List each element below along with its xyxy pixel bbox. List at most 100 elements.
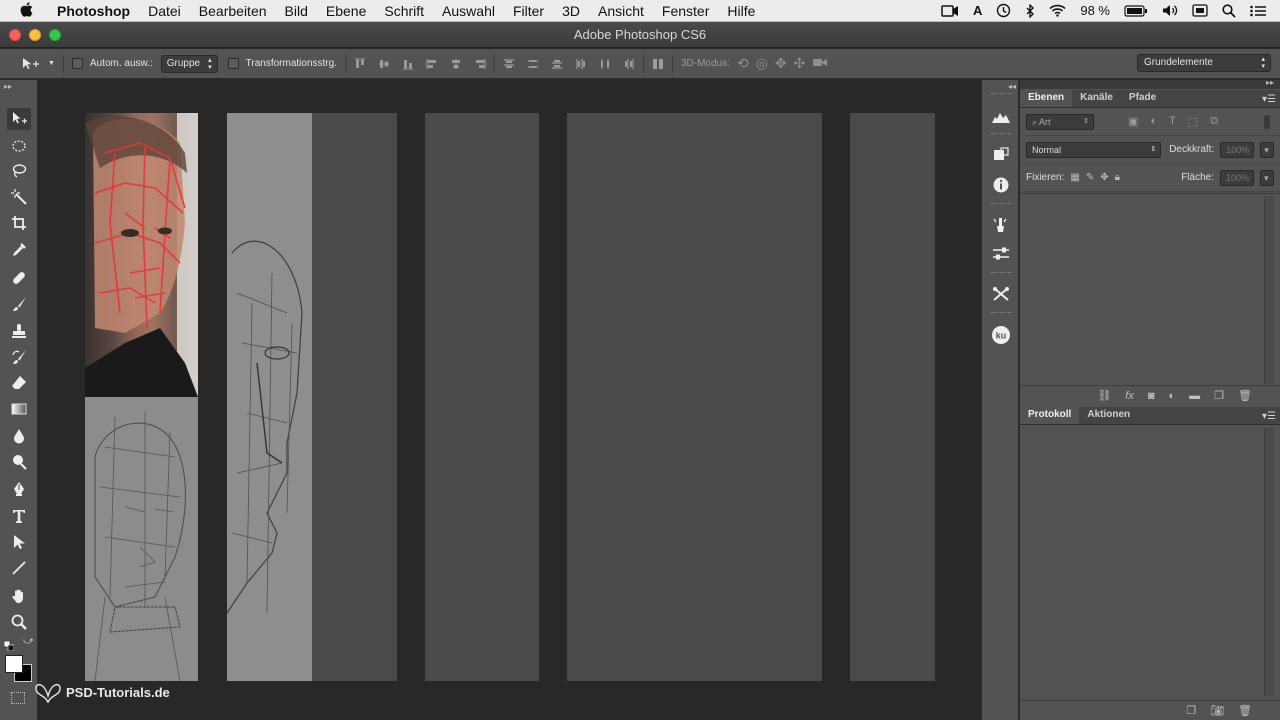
3d-roll-icon[interactable]: ◎ [756, 55, 768, 72]
filter-toggle-switch[interactable] [1264, 114, 1270, 129]
menu-ebene[interactable]: Ebene [317, 0, 375, 22]
tool-presets-icon[interactable] [989, 282, 1013, 306]
filter-pixel-icon[interactable]: ▣ [1128, 115, 1138, 128]
panel-collapse-icon[interactable]: ▸▸ [4, 82, 12, 91]
auto-select-dropdown[interactable]: Gruppe ▴ ▾ [160, 54, 218, 73]
tab-ebenen[interactable]: Ebenen [1020, 89, 1073, 107]
menu-datei[interactable]: Datei [139, 0, 190, 22]
apple-icon[interactable] [16, 1, 36, 20]
opacity-dropdown-button[interactable]: ▾ [1260, 141, 1274, 158]
new-group-folder-icon[interactable]: ▬ [1189, 390, 1200, 402]
distribute-left-icon[interactable] [575, 58, 587, 70]
info-icon[interactable] [989, 173, 1013, 197]
3d-scale-icon[interactable] [812, 56, 828, 71]
history-scrollbar[interactable] [1264, 428, 1274, 696]
new-document-from-state-icon[interactable]: ❐ [1186, 704, 1196, 717]
text-input-icon[interactable]: A [973, 3, 982, 18]
filter-type-icon[interactable]: T [1169, 115, 1176, 128]
eyedropper-tool[interactable] [7, 239, 31, 261]
notification-center-icon[interactable] [1250, 5, 1266, 17]
hand-tool[interactable] [7, 585, 31, 607]
move-tool[interactable] [7, 108, 31, 130]
lock-transparency-icon[interactable]: ▦ [1070, 172, 1079, 183]
time-machine-icon[interactable] [996, 3, 1011, 18]
menu-app-photoshop[interactable]: Photoshop [48, 0, 139, 22]
panels-collapse-icon[interactable]: ▸▸ [1020, 78, 1280, 89]
crop-tool[interactable] [7, 212, 31, 234]
tool-preset-picker[interactable]: ▼ [20, 56, 55, 72]
menu-ansicht[interactable]: Ansicht [589, 0, 653, 22]
align-top-icon[interactable] [354, 57, 366, 70]
new-layer-icon[interactable]: ❐ [1214, 389, 1224, 402]
gradient-tool[interactable] [7, 398, 31, 420]
volume-icon[interactable] [1162, 4, 1178, 17]
menu-bearbeiten[interactable]: Bearbeiten [190, 0, 276, 22]
layers-list[interactable] [1020, 193, 1280, 385]
filter-shape-icon[interactable]: ⬚ [1188, 115, 1198, 128]
layers-scrollbar[interactable] [1264, 196, 1274, 384]
history-list[interactable] [1020, 426, 1280, 700]
menu-3d[interactable]: 3D [553, 0, 589, 22]
dock-collapse-icon[interactable]: ◂◂ [1008, 82, 1016, 91]
tab-protokoll[interactable]: Protokoll [1020, 406, 1080, 424]
menu-filter[interactable]: Filter [504, 0, 553, 22]
new-snapshot-camera-icon[interactable]: 📷︎ [1210, 704, 1224, 717]
document-canvas[interactable] [39, 80, 980, 720]
marquee-tool[interactable] [7, 135, 31, 157]
fill-dropdown-button[interactable]: ▾ [1260, 169, 1274, 186]
eraser-tool[interactable] [7, 372, 31, 394]
blend-mode-dropdown[interactable]: Normal ⇕ [1026, 141, 1162, 158]
panel-menu-icon[interactable]: ▾☰ [1262, 411, 1276, 422]
clone-stamp-tool[interactable] [7, 320, 31, 342]
quick-mask-icon[interactable] [11, 692, 25, 704]
panel-menu-icon[interactable]: ▾☰ [1262, 94, 1276, 105]
swap-colors-icon[interactable]: ⤻ [23, 636, 34, 647]
default-colors-icon[interactable] [3, 638, 15, 652]
navigator-icon[interactable] [989, 143, 1013, 167]
lock-position-icon[interactable]: ✥ [1100, 172, 1108, 183]
kuler-icon[interactable]: ku [989, 323, 1013, 347]
filter-smartobject-icon[interactable]: ⧉ [1210, 115, 1218, 128]
lock-image-icon[interactable]: ✎ [1086, 172, 1094, 183]
filter-adjustment-icon[interactable]: ◐ [1150, 115, 1157, 128]
battery-icon[interactable] [1124, 4, 1148, 17]
menu-schrift[interactable]: Schrift [375, 0, 433, 22]
delete-layer-trash-icon[interactable]: 🗑︎ [1238, 389, 1252, 402]
tab-pfade[interactable]: Pfade [1121, 89, 1164, 107]
menu-auswahl[interactable]: Auswahl [433, 0, 504, 22]
adjustments-sliders-icon[interactable] [989, 242, 1013, 266]
align-bottom-icon[interactable] [402, 58, 414, 70]
foreground-color-swatch[interactable] [5, 655, 23, 673]
type-tool[interactable] [7, 505, 31, 527]
lasso-tool[interactable] [7, 160, 31, 182]
dodge-tool[interactable] [7, 451, 31, 473]
fill-input[interactable]: 100% [1220, 169, 1254, 186]
transform-controls-checkbox[interactable] [227, 58, 239, 69]
menu-hilfe[interactable]: Hilfe [718, 0, 764, 22]
history-brush-tool[interactable] [7, 346, 31, 368]
zoom-tool[interactable] [7, 611, 31, 633]
distribute-bottom-icon[interactable] [551, 58, 563, 70]
distribute-right-icon[interactable] [623, 58, 635, 70]
path-selection-tool[interactable] [7, 531, 31, 553]
distribute-hcenter-icon[interactable] [599, 58, 611, 70]
menu-fenster[interactable]: Fenster [653, 0, 718, 22]
menu-bild[interactable]: Bild [276, 0, 317, 22]
auto-align-layers-icon[interactable] [652, 58, 664, 70]
bluetooth-icon[interactable] [1025, 3, 1035, 18]
line-tool[interactable] [7, 557, 31, 579]
workspace-dropdown[interactable]: Grundelemente ▴ ▾ [1137, 54, 1271, 72]
tab-aktionen[interactable]: Aktionen [1079, 406, 1138, 424]
delete-state-trash-icon[interactable]: 🗑︎ [1238, 704, 1252, 717]
opacity-input[interactable]: 100% [1220, 141, 1255, 158]
brush-tool[interactable] [7, 293, 31, 315]
layer-style-fx-icon[interactable]: fx [1125, 390, 1134, 402]
distribute-vcenter-icon[interactable] [527, 58, 539, 70]
distribute-top-icon[interactable] [503, 58, 515, 70]
layer-filter-kind-dropdown[interactable]: ⌕ Art ⇕ [1026, 113, 1094, 130]
align-vcenter-icon[interactable] [378, 58, 390, 70]
3d-slide-icon[interactable]: ✣ [794, 55, 806, 72]
add-mask-icon[interactable]: ◙ [1148, 390, 1155, 402]
pen-tool[interactable] [7, 478, 31, 500]
3d-drag-icon[interactable]: ✥ [775, 55, 787, 72]
